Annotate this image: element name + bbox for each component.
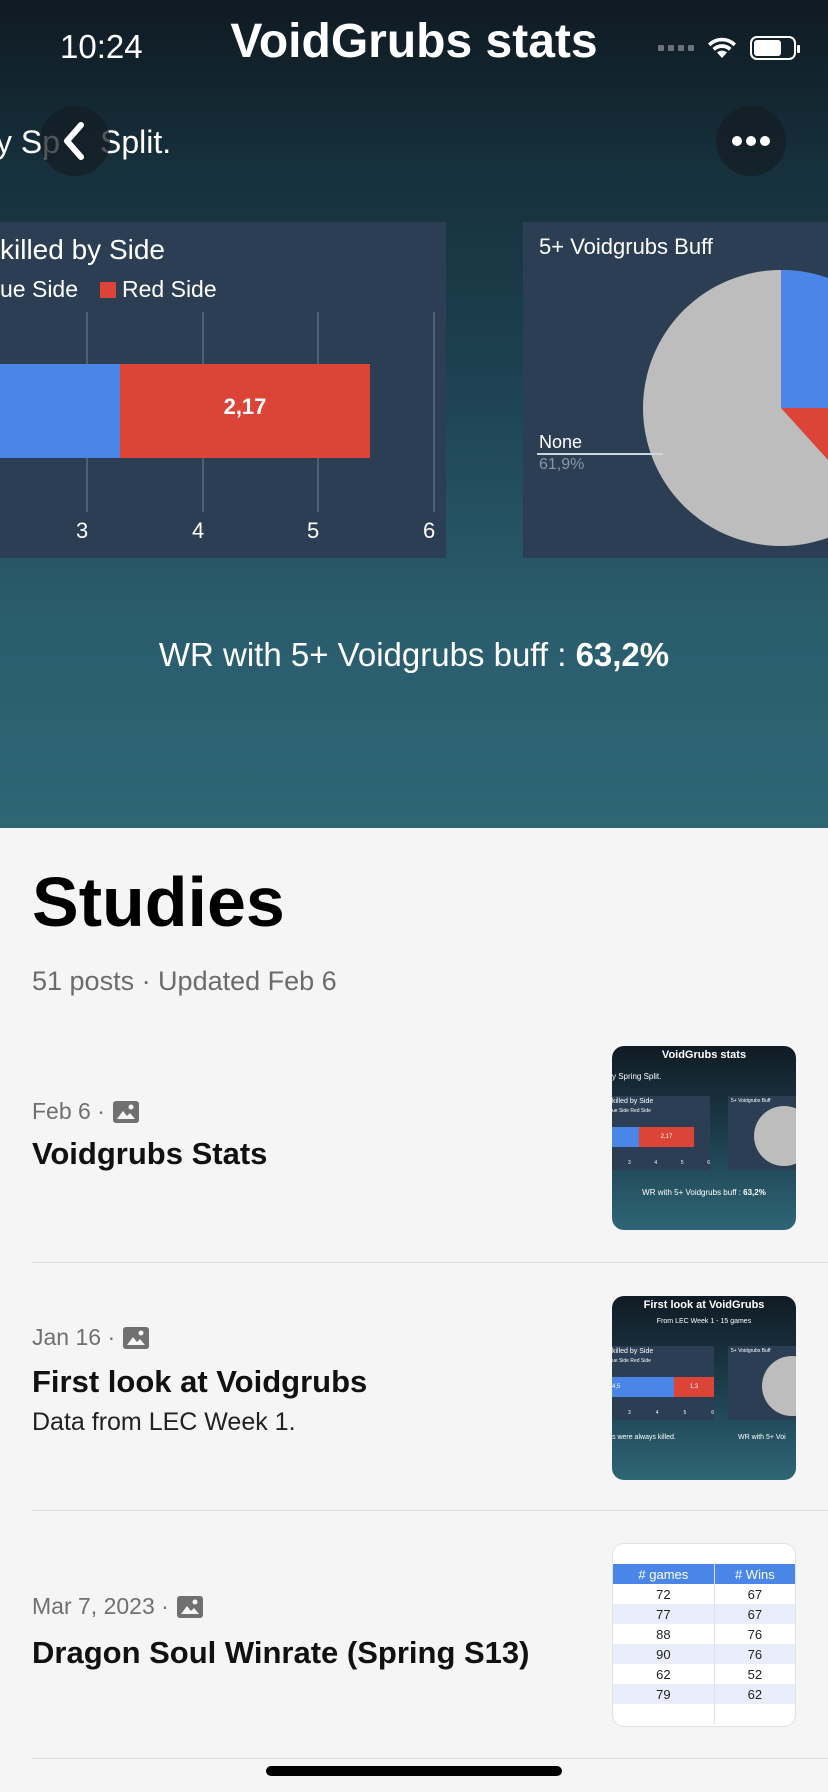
table-row: 88 76 (613, 1624, 795, 1644)
divider (32, 1262, 828, 1263)
image-icon (176, 1595, 203, 1618)
divider (32, 1758, 828, 1759)
status-icons (658, 36, 800, 60)
kills-by-side-chart: killed by Side ue Side Red Side 2,17 3 4 … (0, 222, 446, 558)
table-header: # Wins (713, 1564, 795, 1584)
ellipsis-icon (732, 136, 770, 146)
table-row: 79 62 (613, 1684, 795, 1704)
post-title[interactable]: First look at Voidgrubs (32, 1364, 367, 1400)
back-button[interactable] (40, 106, 110, 176)
posts-meta: 51 posts · Updated Feb 6 (32, 966, 337, 996)
divider (32, 1510, 828, 1511)
bar-chart (0, 312, 435, 512)
pie-chart (537, 269, 828, 546)
pie-percent: 61,9% (539, 456, 585, 473)
battery-icon (750, 36, 800, 60)
post-date: Jan 16 · (32, 1324, 150, 1351)
winrate-table: # games # Wins 72 67 77 67 88 76 90 76 62 52 … (613, 1564, 795, 1724)
page-title: Studies (32, 863, 285, 941)
table-row: 62 52 (613, 1664, 795, 1684)
post-description: Data from LEC Week 1. (32, 1408, 296, 1436)
home-indicator[interactable] (266, 1766, 562, 1776)
hero-image: 10:24 VoidGrubs stats y Sp Split. killed … (0, 0, 828, 828)
post-thumbnail[interactable]: First look at VoidGrubs From LEC Week 1 … (612, 1296, 796, 1480)
table-header: # games (613, 1564, 715, 1584)
table-row (613, 1704, 795, 1724)
post-title[interactable]: Voidgrubs Stats (32, 1136, 267, 1172)
post-item[interactable]: Jan 16 · First look at Voidgrubs Data fr… (32, 1294, 796, 1480)
table-row: 90 76 (613, 1644, 795, 1664)
image-icon (123, 1326, 150, 1349)
tick-label: 6 (423, 518, 436, 543)
more-options-button[interactable] (716, 106, 786, 176)
bar-value-label: 2,17 (223, 394, 267, 419)
post-date: Feb 6 · (32, 1098, 139, 1125)
post-thumbnail[interactable]: VoidGrubs stats y Spring Split. killed b… (612, 1046, 796, 1230)
post-date: Mar 7, 2023 · (32, 1593, 203, 1620)
tick-label: 5 (307, 518, 320, 543)
cellular-signal-icon (658, 45, 694, 51)
chevron-left-icon (64, 122, 84, 160)
pie-slice-blue (781, 269, 828, 408)
tick-label: 3 (76, 518, 89, 543)
pie-label: None (539, 432, 583, 452)
blue-side-bar (0, 364, 120, 458)
post-item[interactable]: Mar 7, 2023 · Dragon Soul Winrate (Sprin… (32, 1543, 796, 1729)
wifi-icon (708, 37, 736, 58)
tick-label: 4 (192, 518, 205, 543)
image-icon (112, 1100, 139, 1123)
post-title[interactable]: Dragon Soul Winrate (Spring S13) (32, 1635, 529, 1671)
post-item[interactable]: Feb 6 · Voidgrubs Stats VoidGrubs stats … (32, 1046, 796, 1232)
winrate-caption: WR with 5+ Voidgrubs buff : 63,2% (158, 636, 670, 673)
post-thumbnail[interactable]: # games # Wins 72 67 77 67 88 76 90 76 62 52 … (612, 1543, 796, 1727)
voidgrubs-buff-chart: 5+ Voidgrubs Buff None 61,9% (523, 222, 828, 558)
table-row: 77 67 (613, 1604, 795, 1624)
table-row: 72 67 (613, 1584, 795, 1604)
